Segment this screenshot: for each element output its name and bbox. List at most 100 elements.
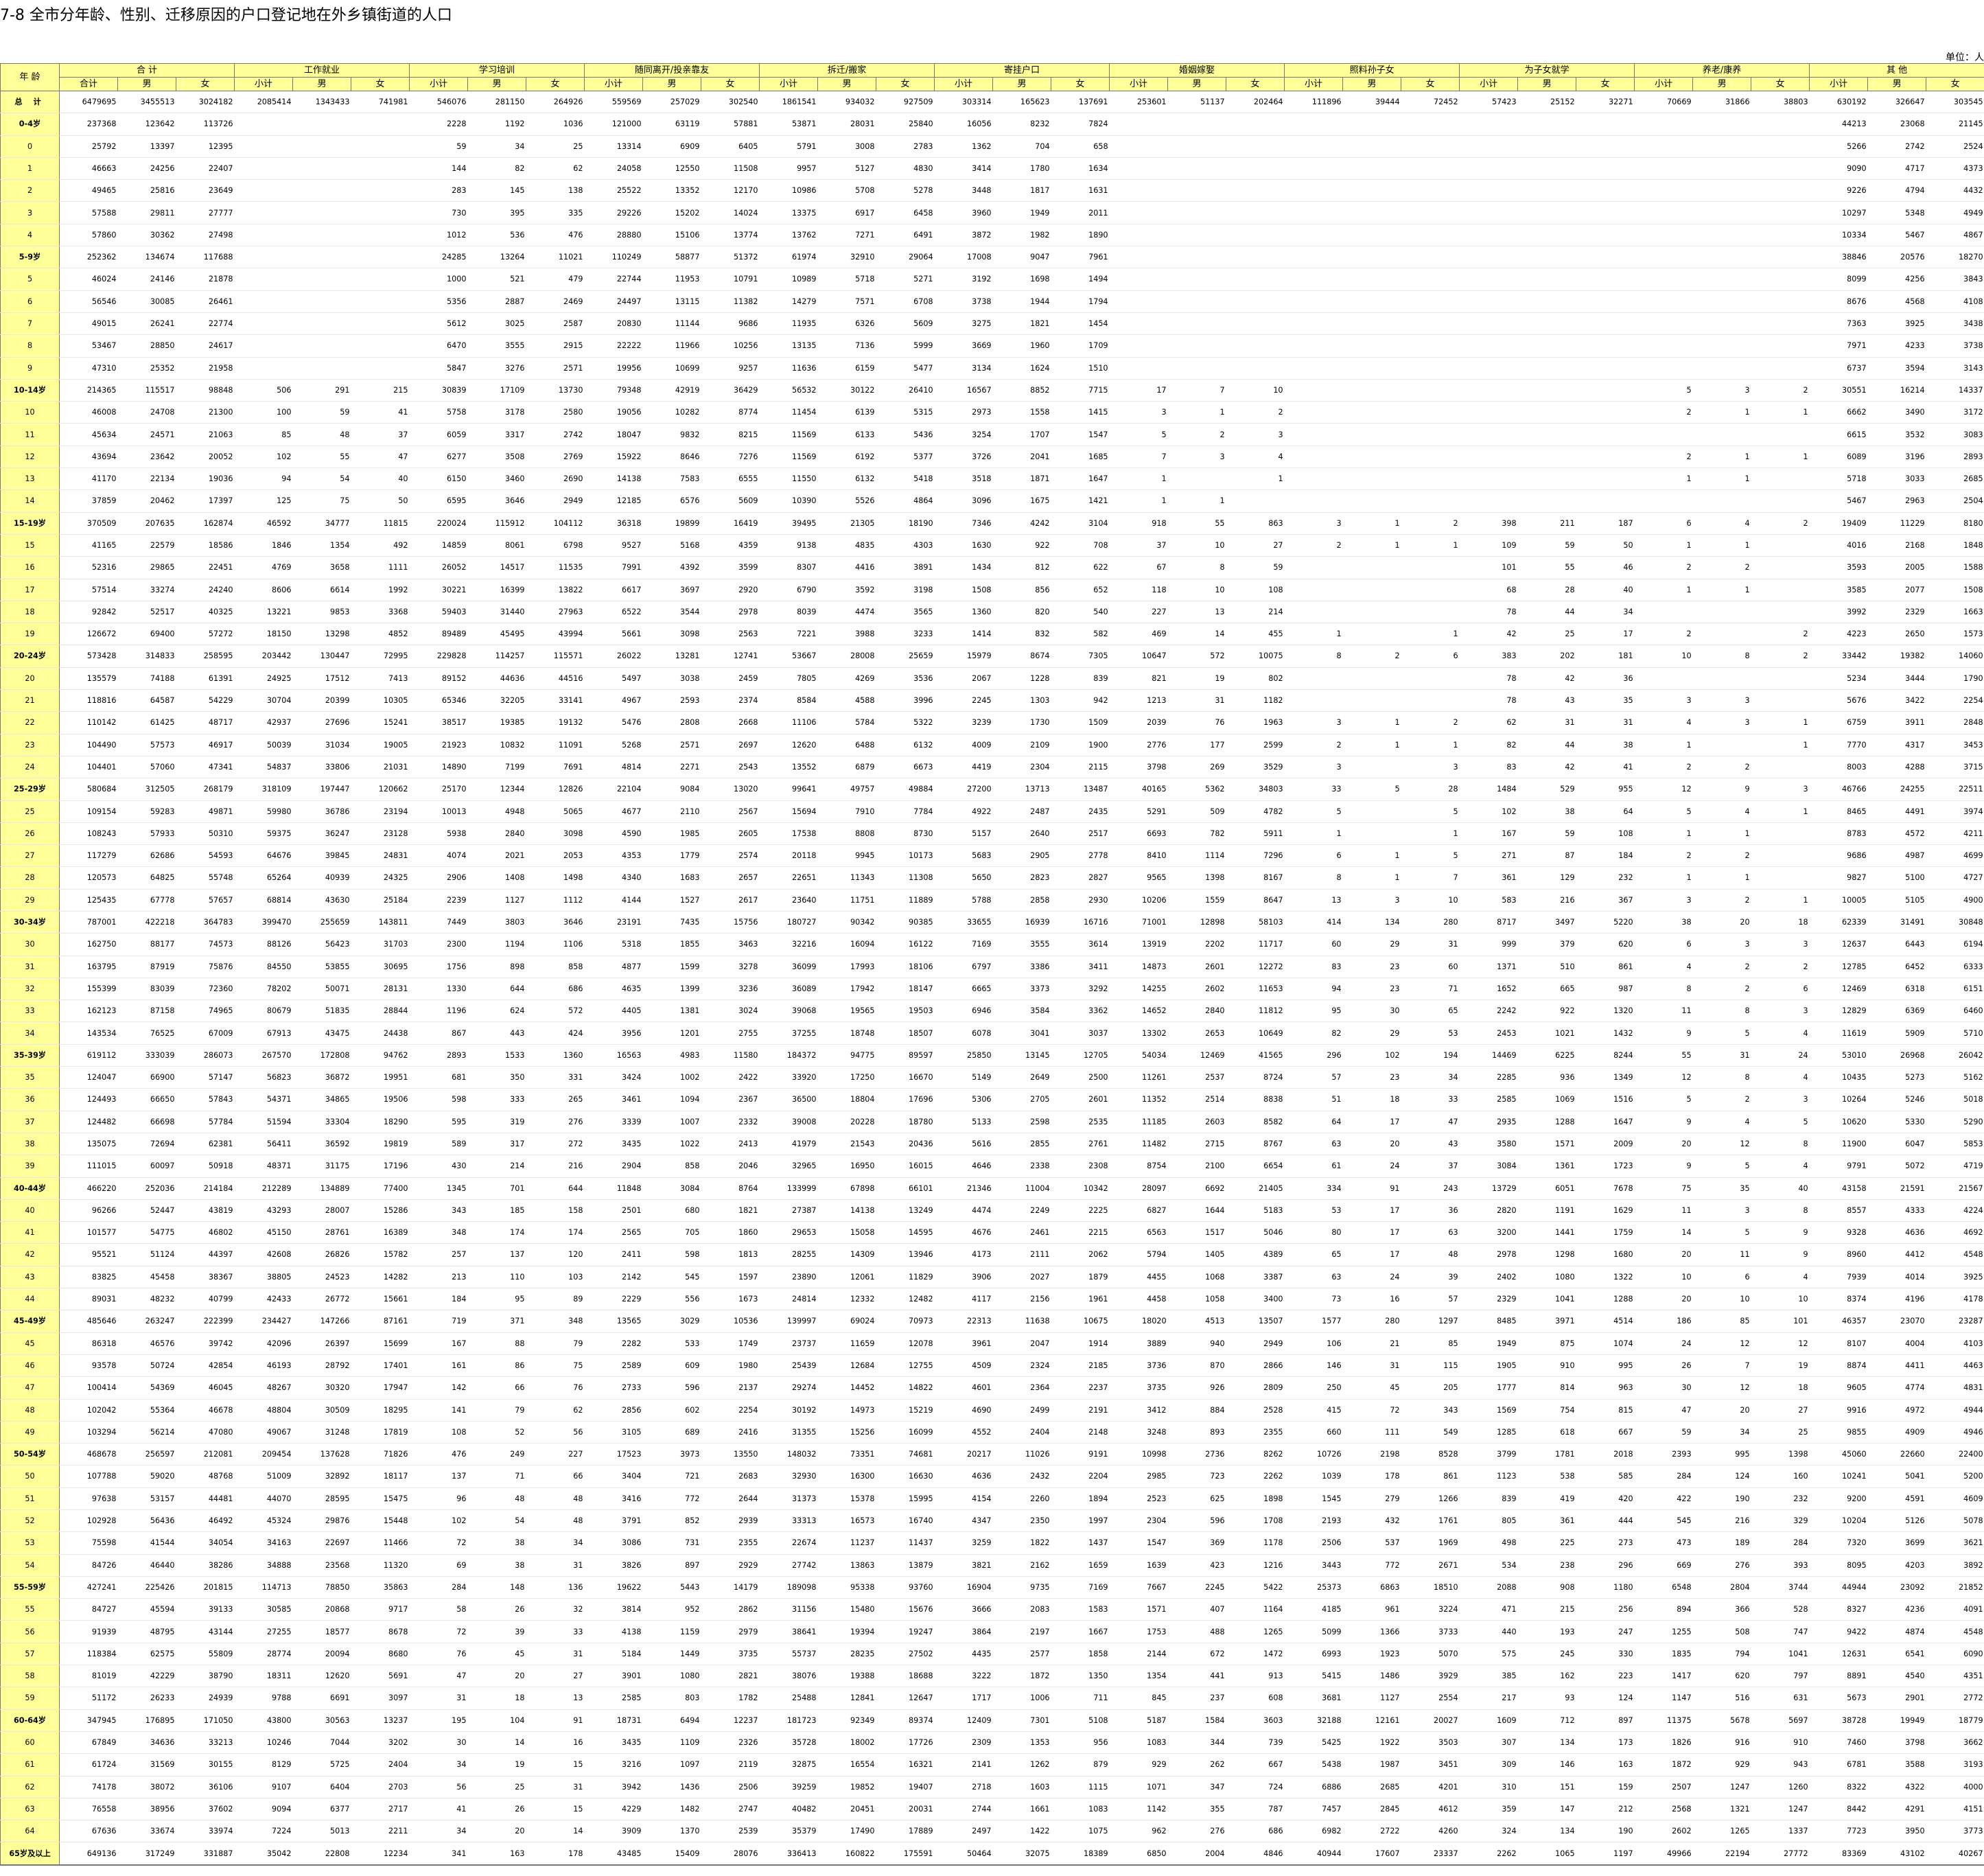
value-cell: 51594 — [234, 1111, 293, 1133]
value-cell: 13145 — [992, 1044, 1051, 1067]
value-cell: 333039 — [117, 1044, 176, 1067]
value-cell: 3791 — [584, 1509, 643, 1533]
value-cell: 366 — [1692, 1598, 1751, 1621]
value-cell: 867 — [409, 1021, 468, 1045]
value-cell: 45324 — [234, 1509, 293, 1533]
table-row: 35 124047 66900 57147 56823 36872 19951 681 350 3… — [0, 1066, 1984, 1089]
value-cell: 2329 — [1867, 601, 1926, 624]
value-cell — [1517, 268, 1576, 291]
group-header: 其 他 — [1809, 63, 1984, 78]
value-cell: 33974 — [176, 1820, 235, 1843]
value-cell: 5609 — [876, 312, 935, 336]
value-cell: 87161 — [351, 1310, 410, 1333]
value-cell: 11848 — [584, 1177, 643, 1200]
value-cell: 10282 — [642, 401, 701, 424]
value-cell: 47 — [1634, 1399, 1693, 1422]
value-cell: 589 — [409, 1133, 468, 1156]
value-cell: 361 — [1459, 866, 1518, 890]
value-cell: 5018 — [1926, 1088, 1984, 1111]
value-cell: 104490 — [59, 734, 118, 756]
value-cell — [1342, 246, 1401, 269]
value-cell: 1000 — [409, 268, 468, 291]
value-cell: 2100 — [1167, 1155, 1226, 1178]
value-cell: 618 — [1517, 1421, 1576, 1444]
value-cell — [351, 268, 410, 291]
value-cell: 669 — [1634, 1554, 1693, 1577]
age-cell: 44 — [0, 1288, 60, 1311]
value-cell: 84550 — [234, 956, 293, 978]
value-cell: 11 — [1634, 999, 1693, 1023]
value-cell: 243 — [1401, 1177, 1460, 1200]
value-cell: 229828 — [409, 645, 468, 668]
value-cell: 19951 — [351, 1066, 410, 1089]
value-cell: 11352 — [1109, 1088, 1168, 1111]
value-cell — [1634, 113, 1693, 136]
value-cell: 4455 — [1109, 1266, 1168, 1289]
value-cell: 51009 — [234, 1465, 293, 1488]
value-cell: 5013 — [292, 1820, 351, 1843]
value-cell: 1414 — [934, 623, 993, 646]
value-cell: 1858 — [1051, 1643, 1110, 1666]
value-cell: 42 — [1459, 623, 1518, 646]
value-cell: 49465 — [59, 179, 118, 202]
value-cell: 815 — [1576, 1399, 1635, 1422]
value-cell: 7460 — [1809, 1731, 1868, 1755]
value-cell: 47 — [1401, 1111, 1460, 1133]
value-cell: 61724 — [59, 1753, 118, 1776]
value-cell: 11185 — [1109, 1111, 1168, 1133]
age-cell: 25 — [0, 800, 60, 823]
value-cell: 943 — [1751, 1753, 1810, 1776]
value-cell: 926 — [1167, 1376, 1226, 1400]
value-cell — [292, 246, 351, 269]
value-cell: 21145 — [1926, 113, 1984, 136]
value-cell: 10204 — [1809, 1509, 1868, 1533]
value-cell — [292, 334, 351, 358]
value-cell: 10 — [1167, 534, 1226, 557]
value-cell: 43485 — [584, 1842, 643, 1866]
value-cell: 212289 — [234, 1177, 293, 1200]
value-cell: 1371 — [1459, 956, 1518, 978]
value-cell: 3444 — [1867, 667, 1926, 691]
value-cell: 7044 — [292, 1731, 351, 1755]
value-cell: 712 — [1517, 1709, 1576, 1732]
value-cell: 3646 — [526, 911, 585, 934]
value-cell: 101 — [1751, 1310, 1810, 1333]
value-cell: 1147 — [1634, 1687, 1693, 1710]
value-cell: 135579 — [59, 667, 118, 691]
value-cell: 69024 — [817, 1310, 876, 1333]
value-cell: 37 — [351, 423, 410, 446]
value-cell: 45594 — [117, 1598, 176, 1621]
value-cell: 76525 — [117, 1021, 176, 1045]
value-cell: 5133 — [934, 1111, 993, 1133]
value-cell: 1 — [1692, 866, 1751, 890]
value-cell: 596 — [1167, 1509, 1226, 1533]
value-cell: 4178 — [1926, 1288, 1984, 1311]
age-cell: 49 — [0, 1421, 60, 1444]
value-cell: 24 — [1634, 1332, 1693, 1355]
value-cell: 71 — [1401, 977, 1460, 1001]
value-cell: 309 — [1459, 1753, 1518, 1776]
value-cell: 910 — [1517, 1354, 1576, 1378]
value-cell — [234, 113, 293, 136]
value-cell: 44070 — [234, 1487, 293, 1511]
value-cell: 4236 — [1867, 1598, 1926, 1621]
value-cell: 56411 — [234, 1133, 293, 1156]
value-cell: 858 — [526, 956, 585, 978]
value-cell: 11144 — [642, 312, 701, 336]
value-cell: 2585 — [1459, 1088, 1518, 1111]
value-cell: 48 — [526, 1487, 585, 1511]
value-cell — [1576, 357, 1635, 380]
value-cell — [1692, 268, 1751, 291]
value-cell: 2239 — [409, 889, 468, 912]
table-row: 33 162123 87158 74965 80679 51835 28844 1196 624… — [0, 999, 1984, 1023]
value-cell: 1577 — [1284, 1310, 1343, 1333]
header-row-groups: 年 龄 合 计工作就业 学习培训 随同离开/投亲靠友 拆迁/搬家 寄挂户口 婚姻嫁娶 照料孙… — [0, 63, 1984, 91]
value-cell: 95 — [1284, 999, 1343, 1023]
value-cell: 9 — [1751, 1221, 1810, 1244]
table-row: 45 86318 46576 39742 42096 26397 15699 167 88 79 2… — [0, 1332, 1984, 1355]
value-cell: 897 — [642, 1554, 701, 1577]
table-row: 46 93578 50724 42854 46193 28792 17401 161 86 75 2… — [0, 1354, 1984, 1378]
value-cell: 3681 — [1284, 1687, 1343, 1710]
value-cell: 307 — [1459, 1731, 1518, 1755]
age-cell: 5-9岁 — [0, 246, 60, 269]
